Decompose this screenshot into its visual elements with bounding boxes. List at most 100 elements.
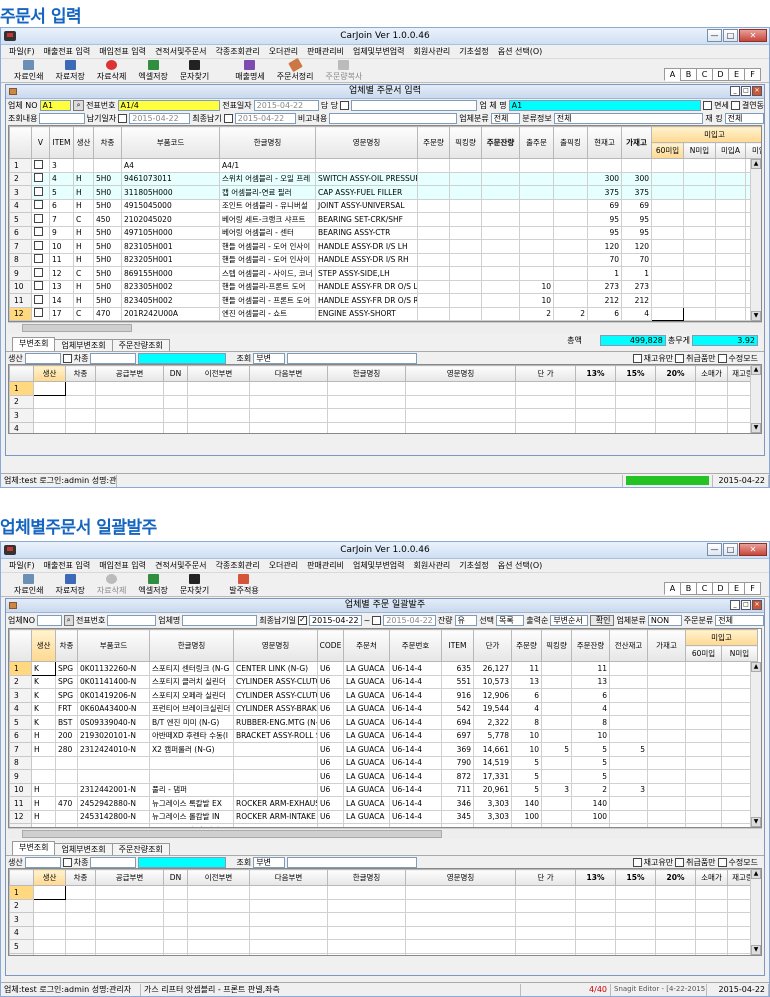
cell-part-code[interactable]: 2193020101-N xyxy=(77,728,150,743)
cell-remaining[interactable] xyxy=(481,239,520,254)
cell-remaining[interactable]: 100 xyxy=(571,809,610,824)
cell-order-qty[interactable] xyxy=(417,212,450,227)
lookup-cell[interactable] xyxy=(515,394,576,409)
date-to-checkbox[interactable] xyxy=(372,616,382,625)
cell-picking-qty[interactable] xyxy=(449,306,482,321)
cell-model[interactable]: BST xyxy=(55,715,78,730)
lookup-cell[interactable] xyxy=(249,408,328,423)
lookup-col-header[interactable]: 20% xyxy=(655,365,696,382)
cell-60-not-received[interactable] xyxy=(651,279,684,294)
cell-picking-qty[interactable] xyxy=(449,171,482,186)
cell-model[interactable]: 280 xyxy=(55,742,78,757)
row-select-checkbox[interactable] xyxy=(34,254,43,264)
cell-60-not-received[interactable] xyxy=(685,796,722,811)
lookup-type-select[interactable]: 부변 xyxy=(253,352,286,364)
cell-order-no[interactable]: U6-14-4 xyxy=(389,769,442,784)
cell-remaining[interactable] xyxy=(481,293,520,308)
col-header-production[interactable]: 생산 xyxy=(73,126,94,159)
cell-60-not-received[interactable] xyxy=(651,198,684,213)
scroll-down-icon[interactable]: ▼ xyxy=(751,311,761,321)
cell-n-not-received[interactable] xyxy=(683,171,716,186)
slip-date-input[interactable]: 2015-04-22 xyxy=(253,100,319,111)
copy-qty-button[interactable]: 주문량복사 xyxy=(323,59,366,82)
child-minimize-button[interactable]: _ xyxy=(730,600,740,610)
lookup-cell[interactable] xyxy=(615,381,656,396)
cell-order-qty[interactable] xyxy=(417,266,450,281)
lookup-cell[interactable] xyxy=(405,952,516,955)
lookup-col-header[interactable]: 15% xyxy=(615,869,656,886)
cell-picking-qty[interactable] xyxy=(541,809,572,824)
cell-60-not-received[interactable] xyxy=(685,674,722,689)
col-header-korean-name[interactable]: 한글명칭 xyxy=(219,126,316,159)
menu-vendor-parts[interactable]: 업체및부변업력 xyxy=(353,46,405,57)
cell-order-qty[interactable] xyxy=(417,279,450,294)
cell-current-stock[interactable]: 375 xyxy=(587,185,622,200)
cell-item[interactable]: 7 xyxy=(49,212,74,227)
table-row[interactable]: 12 17 C 470 201R242U00A 엔진 어셈블리 - 쇼트 ENGINE AS… xyxy=(9,306,761,321)
cell-n-not-received[interactable] xyxy=(683,158,716,173)
edit-mode-checkbox[interactable] xyxy=(717,857,727,867)
cell-60-not-received[interactable] xyxy=(651,171,684,186)
cell-picking-qty[interactable] xyxy=(541,701,572,716)
col-header-v[interactable]: V xyxy=(31,126,50,159)
lookup-cell[interactable] xyxy=(33,939,66,954)
menu-basic-settings[interactable]: 기초설정 xyxy=(459,46,488,57)
row-checkbox[interactable] xyxy=(31,225,50,240)
lookup-col-header[interactable]: 다음부변 xyxy=(249,365,328,382)
cell-virtual-stock[interactable]: 69 xyxy=(621,198,652,213)
lookup-col-header[interactable]: DN xyxy=(163,365,188,382)
cell-part-code[interactable]: 4915045000 xyxy=(121,198,220,213)
lookup-select[interactable] xyxy=(39,113,85,124)
table-row[interactable]: 8 U6 LA GUACA U6-14-4 790 14,519 5 5 xyxy=(9,755,759,770)
hscroll-thumb[interactable] xyxy=(22,830,442,838)
menu-quote-order[interactable]: 견적서및주문서 xyxy=(155,560,207,571)
row-checkbox[interactable] xyxy=(31,198,50,213)
cell-price[interactable]: 3,303 xyxy=(473,796,512,811)
menu-basic-settings[interactable]: 기초설정 xyxy=(459,560,488,571)
lookup-col-header[interactable] xyxy=(9,869,34,886)
cell-item[interactable]: 10 xyxy=(49,239,74,254)
row-checkbox[interactable] xyxy=(31,306,50,321)
cell-picking-qty[interactable] xyxy=(449,158,482,173)
lookup-cell[interactable] xyxy=(163,898,188,913)
lookup-cell[interactable] xyxy=(405,381,516,396)
cell-model[interactable]: 470 xyxy=(55,796,78,811)
cell-production[interactable]: H xyxy=(31,742,56,757)
col-header-model[interactable]: 차종 xyxy=(55,629,78,662)
cell-order-qty[interactable] xyxy=(417,306,450,321)
excel-button[interactable]: 엑셀저장 xyxy=(135,59,170,82)
lookup-col-header[interactable]: 15% xyxy=(615,365,656,382)
cell-virtual-stock[interactable] xyxy=(647,688,686,703)
lookup-col-header[interactable]: 13% xyxy=(575,365,616,382)
lookup-cell[interactable] xyxy=(33,421,66,433)
lookup-cell[interactable] xyxy=(405,939,516,954)
cell-not-received-a[interactable] xyxy=(715,252,746,267)
cell-60-not-received[interactable] xyxy=(651,293,684,308)
delivery-date-input[interactable]: 2015-04-22 xyxy=(129,113,191,124)
lookup-cell[interactable] xyxy=(695,925,728,940)
lookup-cell[interactable] xyxy=(695,952,728,955)
vendor-name-input[interactable] xyxy=(182,615,258,626)
cell-part-code[interactable]: 2452942880-N xyxy=(77,796,150,811)
lookup-cell[interactable] xyxy=(249,952,328,955)
cell-production[interactable]: H xyxy=(73,239,94,254)
row-select-checkbox[interactable] xyxy=(34,186,43,196)
cell-out-order[interactable]: 10 xyxy=(519,279,554,294)
col-header-order-qty[interactable]: 주문량 xyxy=(417,126,450,159)
cell-remaining[interactable]: 13 xyxy=(571,674,610,689)
cell-remaining[interactable] xyxy=(481,225,520,240)
cell-picking-qty[interactable] xyxy=(541,796,572,811)
cell-60-not-received[interactable] xyxy=(685,661,722,676)
lookup-cell[interactable] xyxy=(163,394,188,409)
cell-part-code[interactable]: 497105H000 xyxy=(121,225,220,240)
cell-korean-name[interactable]: A4/1 xyxy=(219,158,316,173)
cell-part-code[interactable] xyxy=(77,755,150,770)
cell-picking-qty[interactable]: 5 xyxy=(541,742,572,757)
table-row[interactable]: 3 xyxy=(9,408,758,423)
col-header-price[interactable]: 단가 xyxy=(473,629,512,662)
cell-english-name[interactable]: CYLINDER ASSY-CLUTCH I xyxy=(233,688,318,703)
lookup-cell[interactable] xyxy=(187,421,250,433)
cell-virtual-stock[interactable] xyxy=(647,742,686,757)
cell-remaining[interactable] xyxy=(481,279,520,294)
lookup-cell[interactable] xyxy=(95,408,164,423)
